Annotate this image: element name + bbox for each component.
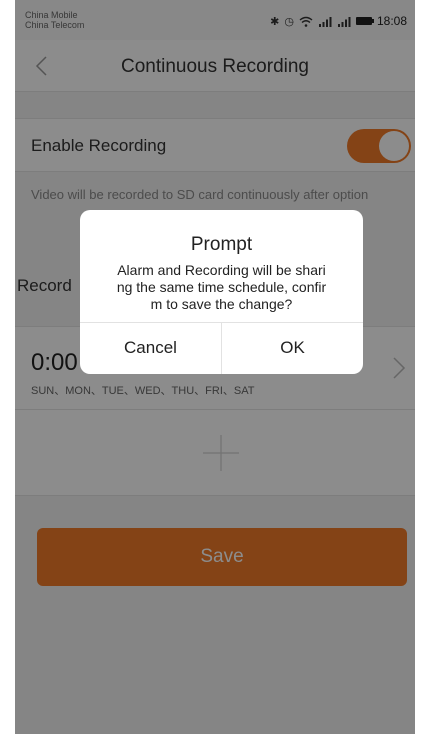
dialog-message: Alarm and Recording will be shari ng the…	[116, 262, 327, 312]
cancel-button[interactable]: Cancel	[80, 322, 221, 374]
prompt-dialog: Prompt Alarm and Recording will be shari…	[80, 210, 363, 374]
ok-button[interactable]: OK	[222, 322, 363, 374]
dialog-title: Prompt	[190, 234, 253, 255]
phone-screen: China Mobile China Telecom ✱ ◷ 18:08 Con…	[15, 0, 415, 734]
